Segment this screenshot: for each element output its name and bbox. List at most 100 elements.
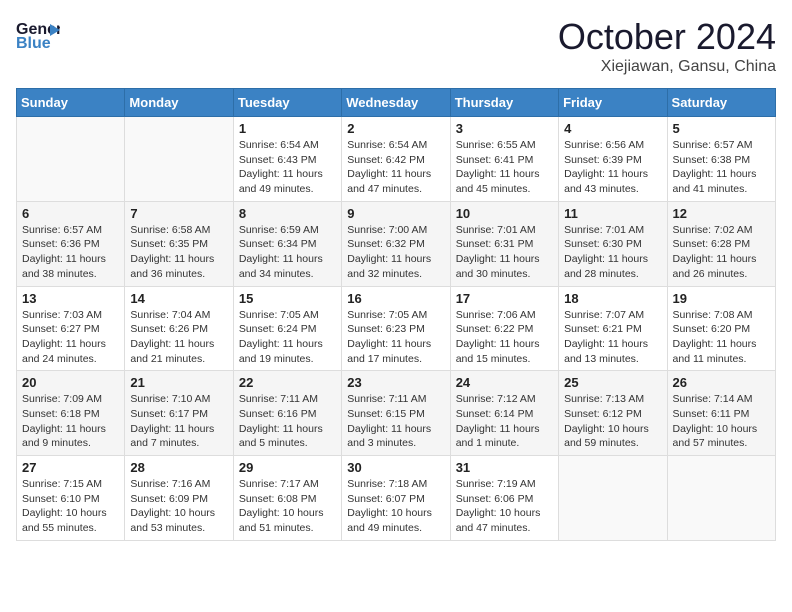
sunrise-text: Sunrise: 7:03 AM: [22, 309, 102, 321]
calendar-cell: 21 Sunrise: 7:10 AM Sunset: 6:17 PM Dayl…: [125, 371, 233, 456]
daylight-text: Daylight: 11 hours and 24 minutes.: [22, 338, 106, 365]
sunrise-text: Sunrise: 7:06 AM: [456, 309, 536, 321]
daylight-text: Daylight: 11 hours and 36 minutes.: [130, 253, 214, 280]
day-info: Sunrise: 7:10 AM Sunset: 6:17 PM Dayligh…: [130, 392, 227, 451]
logo-icon: General Blue: [16, 16, 60, 52]
sunrise-text: Sunrise: 7:13 AM: [564, 393, 644, 405]
week-row-2: 6 Sunrise: 6:57 AM Sunset: 6:36 PM Dayli…: [17, 201, 776, 286]
weekday-tuesday: Tuesday: [233, 89, 341, 117]
calendar-cell: [559, 456, 667, 541]
sunset-text: Sunset: 6:26 PM: [130, 323, 208, 335]
daylight-text: Daylight: 11 hours and 13 minutes.: [564, 338, 648, 365]
sunset-text: Sunset: 6:36 PM: [22, 238, 100, 250]
day-info: Sunrise: 7:01 AM Sunset: 6:31 PM Dayligh…: [456, 223, 553, 282]
calendar-cell: 19 Sunrise: 7:08 AM Sunset: 6:20 PM Dayl…: [667, 286, 775, 371]
day-number: 23: [347, 375, 444, 390]
day-number: 20: [22, 375, 119, 390]
day-number: 25: [564, 375, 661, 390]
location: Xiejiawan, Gansu, China: [558, 58, 776, 76]
sunset-text: Sunset: 6:41 PM: [456, 154, 534, 166]
sunset-text: Sunset: 6:16 PM: [239, 408, 317, 420]
sunrise-text: Sunrise: 7:01 AM: [456, 224, 536, 236]
weekday-monday: Monday: [125, 89, 233, 117]
day-number: 16: [347, 291, 444, 306]
week-row-3: 13 Sunrise: 7:03 AM Sunset: 6:27 PM Dayl…: [17, 286, 776, 371]
calendar-cell: [667, 456, 775, 541]
week-row-4: 20 Sunrise: 7:09 AM Sunset: 6:18 PM Dayl…: [17, 371, 776, 456]
calendar-cell: 31 Sunrise: 7:19 AM Sunset: 6:06 PM Dayl…: [450, 456, 558, 541]
sunset-text: Sunset: 6:42 PM: [347, 154, 425, 166]
sunrise-text: Sunrise: 6:56 AM: [564, 139, 644, 151]
day-number: 27: [22, 460, 119, 475]
sunset-text: Sunset: 6:28 PM: [673, 238, 751, 250]
sunrise-text: Sunrise: 7:10 AM: [130, 393, 210, 405]
sunset-text: Sunset: 6:32 PM: [347, 238, 425, 250]
daylight-text: Daylight: 11 hours and 7 minutes.: [130, 423, 214, 450]
day-info: Sunrise: 7:19 AM Sunset: 6:06 PM Dayligh…: [456, 477, 553, 536]
day-info: Sunrise: 7:16 AM Sunset: 6:09 PM Dayligh…: [130, 477, 227, 536]
daylight-text: Daylight: 10 hours and 51 minutes.: [239, 507, 324, 534]
day-info: Sunrise: 7:15 AM Sunset: 6:10 PM Dayligh…: [22, 477, 119, 536]
calendar-cell: 5 Sunrise: 6:57 AM Sunset: 6:38 PM Dayli…: [667, 117, 775, 202]
sunset-text: Sunset: 6:39 PM: [564, 154, 642, 166]
sunrise-text: Sunrise: 7:01 AM: [564, 224, 644, 236]
day-number: 9: [347, 206, 444, 221]
day-number: 1: [239, 121, 336, 136]
day-info: Sunrise: 7:09 AM Sunset: 6:18 PM Dayligh…: [22, 392, 119, 451]
sunrise-text: Sunrise: 7:07 AM: [564, 309, 644, 321]
day-info: Sunrise: 7:02 AM Sunset: 6:28 PM Dayligh…: [673, 223, 770, 282]
weekday-thursday: Thursday: [450, 89, 558, 117]
day-number: 8: [239, 206, 336, 221]
calendar-cell: 20 Sunrise: 7:09 AM Sunset: 6:18 PM Dayl…: [17, 371, 125, 456]
day-info: Sunrise: 7:01 AM Sunset: 6:30 PM Dayligh…: [564, 223, 661, 282]
sunrise-text: Sunrise: 7:09 AM: [22, 393, 102, 405]
day-number: 29: [239, 460, 336, 475]
calendar-cell: 27 Sunrise: 7:15 AM Sunset: 6:10 PM Dayl…: [17, 456, 125, 541]
day-info: Sunrise: 6:58 AM Sunset: 6:35 PM Dayligh…: [130, 223, 227, 282]
calendar-cell: 25 Sunrise: 7:13 AM Sunset: 6:12 PM Dayl…: [559, 371, 667, 456]
daylight-text: Daylight: 10 hours and 49 minutes.: [347, 507, 432, 534]
sunrise-text: Sunrise: 6:58 AM: [130, 224, 210, 236]
calendar-cell: 30 Sunrise: 7:18 AM Sunset: 6:07 PM Dayl…: [342, 456, 450, 541]
calendar-cell: 24 Sunrise: 7:12 AM Sunset: 6:14 PM Dayl…: [450, 371, 558, 456]
sunrise-text: Sunrise: 6:54 AM: [347, 139, 427, 151]
week-row-1: 1 Sunrise: 6:54 AM Sunset: 6:43 PM Dayli…: [17, 117, 776, 202]
day-info: Sunrise: 6:56 AM Sunset: 6:39 PM Dayligh…: [564, 138, 661, 197]
sunset-text: Sunset: 6:12 PM: [564, 408, 642, 420]
daylight-text: Daylight: 11 hours and 49 minutes.: [239, 168, 323, 195]
sunset-text: Sunset: 6:11 PM: [673, 408, 750, 420]
sunrise-text: Sunrise: 6:59 AM: [239, 224, 319, 236]
daylight-text: Daylight: 11 hours and 1 minute.: [456, 423, 540, 450]
calendar-cell: [17, 117, 125, 202]
daylight-text: Daylight: 10 hours and 53 minutes.: [130, 507, 215, 534]
calendar-cell: 6 Sunrise: 6:57 AM Sunset: 6:36 PM Dayli…: [17, 201, 125, 286]
daylight-text: Daylight: 11 hours and 34 minutes.: [239, 253, 323, 280]
calendar-cell: 29 Sunrise: 7:17 AM Sunset: 6:08 PM Dayl…: [233, 456, 341, 541]
calendar-cell: 3 Sunrise: 6:55 AM Sunset: 6:41 PM Dayli…: [450, 117, 558, 202]
sunrise-text: Sunrise: 7:04 AM: [130, 309, 210, 321]
sunset-text: Sunset: 6:27 PM: [22, 323, 100, 335]
calendar-cell: 15 Sunrise: 7:05 AM Sunset: 6:24 PM Dayl…: [233, 286, 341, 371]
day-number: 3: [456, 121, 553, 136]
sunset-text: Sunset: 6:24 PM: [239, 323, 317, 335]
daylight-text: Daylight: 11 hours and 28 minutes.: [564, 253, 648, 280]
day-number: 18: [564, 291, 661, 306]
day-info: Sunrise: 7:05 AM Sunset: 6:23 PM Dayligh…: [347, 308, 444, 367]
sunrise-text: Sunrise: 7:14 AM: [673, 393, 753, 405]
calendar-cell: 18 Sunrise: 7:07 AM Sunset: 6:21 PM Dayl…: [559, 286, 667, 371]
calendar-cell: [125, 117, 233, 202]
sunrise-text: Sunrise: 6:57 AM: [22, 224, 102, 236]
calendar-cell: 22 Sunrise: 7:11 AM Sunset: 6:16 PM Dayl…: [233, 371, 341, 456]
logo: General Blue: [16, 16, 60, 52]
daylight-text: Daylight: 11 hours and 5 minutes.: [239, 423, 323, 450]
day-info: Sunrise: 7:03 AM Sunset: 6:27 PM Dayligh…: [22, 308, 119, 367]
day-info: Sunrise: 6:59 AM Sunset: 6:34 PM Dayligh…: [239, 223, 336, 282]
daylight-text: Daylight: 10 hours and 55 minutes.: [22, 507, 107, 534]
daylight-text: Daylight: 11 hours and 21 minutes.: [130, 338, 214, 365]
day-number: 17: [456, 291, 553, 306]
sunrise-text: Sunrise: 6:57 AM: [673, 139, 753, 151]
daylight-text: Daylight: 11 hours and 9 minutes.: [22, 423, 106, 450]
sunrise-text: Sunrise: 7:16 AM: [130, 478, 210, 490]
daylight-text: Daylight: 10 hours and 59 minutes.: [564, 423, 649, 450]
sunset-text: Sunset: 6:38 PM: [673, 154, 751, 166]
